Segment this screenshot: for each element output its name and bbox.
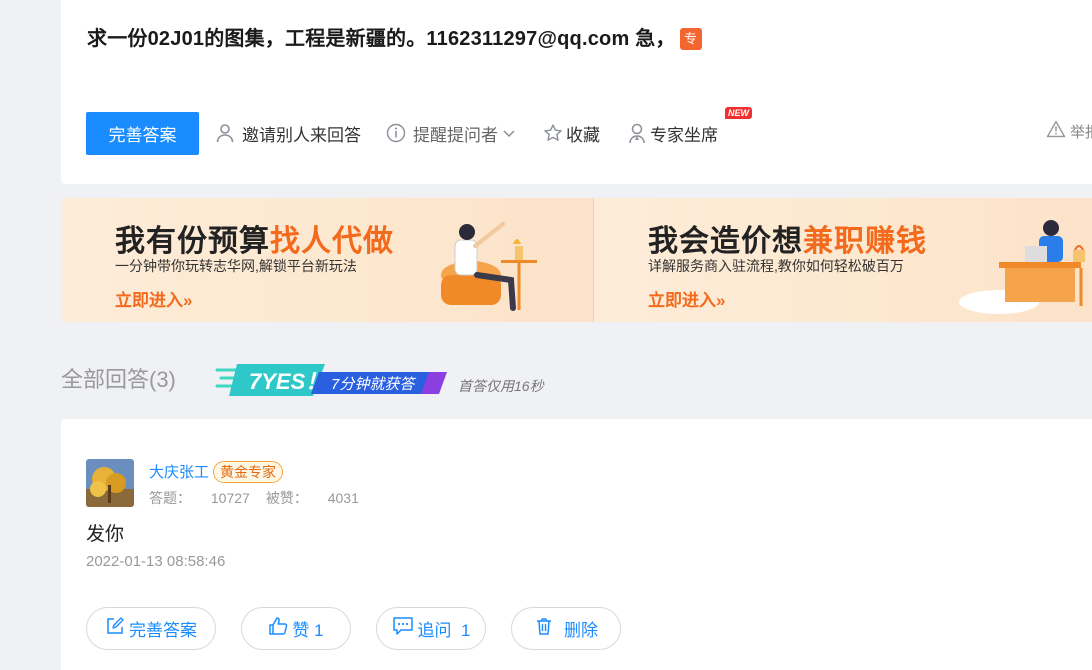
person-at-desk-illustration [959, 220, 1085, 314]
answer-username[interactable]: 大庆张工 [149, 461, 209, 482]
banner-title: 我有份预算找人代做 [115, 225, 394, 258]
comment-icon [392, 616, 418, 641]
answers-count-stat: 答题： 10727 [149, 490, 250, 506]
thumbs-up-icon [268, 616, 292, 641]
expert-seat-button[interactable]: 专家坐席 NEW [626, 106, 752, 146]
answer-actions: 完善答案 赞 1 追问 1 删除 [86, 607, 646, 650]
banner-subtitle: 一分钟带你玩转志华网,解锁平台新玩法 [115, 258, 357, 274]
banner-subtitle: 详解服务商入驻流程,教你如何轻松破百万 [648, 258, 904, 274]
trash-icon [534, 616, 558, 641]
invite-label: 邀请别人来回答 [242, 125, 361, 145]
svg-text:7分钟就获答: 7分钟就获答 [331, 376, 416, 393]
delete-button[interactable]: 删除 [511, 607, 621, 650]
banner-parttime[interactable]: 我会造价想兼职赚钱 详解服务商入驻流程,教你如何轻松破百万 立即进入» [594, 198, 1092, 322]
favorite-button[interactable]: 收藏 [542, 121, 600, 146]
expert-seat-label: 专家坐席 [650, 125, 718, 145]
answer-text: 发你 [86, 524, 125, 545]
favorite-label: 收藏 [566, 125, 600, 145]
chevron-down-icon [502, 126, 516, 140]
question-title-text: 求一份02J01的图集，工程是新疆的。1162311297@qq.com 急， [87, 28, 676, 50]
perfect-answer-button[interactable]: 完善答案 [86, 111, 199, 155]
answer-card: 大庆张工 黄金专家 答题： 10727 被赞： 4031 发你 2022-01-1… [61, 419, 1092, 670]
question-card: 求一份02J01的图集，工程是新疆的。1162311297@qq.com 急，专… [61, 0, 1092, 184]
warning-icon [1046, 120, 1066, 142]
answer-timestamp: 2022-01-13 08:58:46 [86, 553, 226, 570]
invite-button[interactable]: 邀请别人来回答 [214, 121, 361, 146]
question-title: 求一份02J01的图集，工程是新疆的。1162311297@qq.com 急，专 [87, 22, 702, 51]
question-actions: 完善答案 邀请别人来回答 提醒提问者 收藏 专家坐席 NEW [86, 106, 752, 155]
answer-perfect-button[interactable]: 完善答案 [86, 607, 216, 650]
user-icon [214, 122, 236, 144]
svg-text:7YES！: 7YES！ [249, 369, 327, 394]
new-badge: NEW [725, 106, 752, 119]
zhuan-badge: 专 [679, 28, 702, 50]
person-in-chair-illustration [441, 222, 537, 311]
seven-yes-badge: 7YES！ 7分钟就获答 [215, 364, 447, 396]
report-button[interactable]: 举报 [1046, 120, 1092, 142]
edit-icon [105, 616, 129, 641]
like-button[interactable]: 赞 1 [241, 607, 351, 650]
star-icon [542, 122, 564, 144]
avatar[interactable] [86, 459, 134, 507]
likes-count-stat: 被赞： 4031 [265, 490, 359, 506]
banner-outsource[interactable]: 我有份预算找人代做 一分钟带你玩转志华网,解锁平台新玩法 立即进入» [61, 198, 594, 322]
remind-label: 提醒提问者 [413, 125, 498, 145]
answer-stats: 答题： 10727 被赞： 4031 [149, 488, 359, 508]
promo-banners: 我有份预算找人代做 一分钟带你玩转志华网,解锁平台新玩法 立即进入» 我会造价想… [61, 198, 1092, 322]
banner-enter-link[interactable]: 立即进入» [115, 286, 192, 311]
remind-button[interactable]: 提醒提问者 [385, 121, 516, 146]
banner-enter-link[interactable]: 立即进入» [648, 286, 725, 311]
first-answer-note: 首答仅用16秒 [458, 378, 544, 394]
gold-expert-badge: 黄金专家 [213, 461, 283, 483]
banner-title: 我会造价想兼职赚钱 [648, 225, 927, 258]
info-icon [385, 122, 407, 144]
followup-button[interactable]: 追问 1 [376, 607, 486, 650]
answers-heading: 全部回答(3) [61, 367, 176, 392]
report-label: 举报 [1070, 123, 1092, 141]
expert-icon [626, 122, 648, 144]
